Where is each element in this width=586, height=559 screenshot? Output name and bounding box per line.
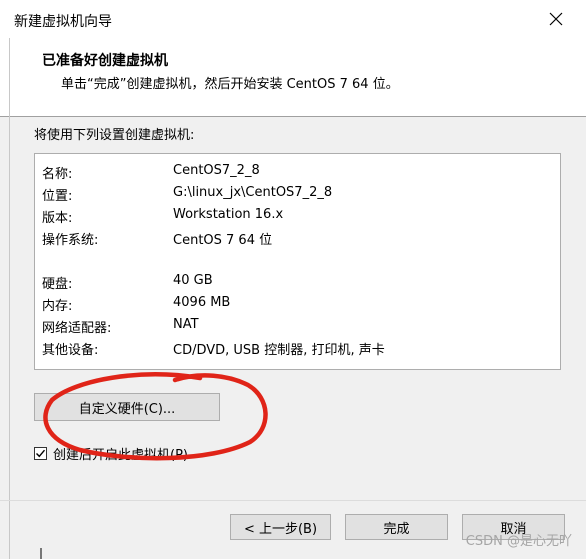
- setting-row-disk: 硬盘: 40 GB: [42, 273, 213, 293]
- setting-row-name: 名称: CentOS7_2_8: [42, 163, 260, 183]
- customize-hardware-button[interactable]: 自定义硬件(C)...: [34, 393, 220, 421]
- power-on-label: 创建后开启此虚拟机(P): [53, 448, 188, 463]
- title-bar: 新建虚拟机向导: [0, 0, 586, 38]
- setting-row-memory: 内存: 4096 MB: [42, 295, 230, 315]
- header-divider: [0, 116, 586, 117]
- header-description: 单击“完成”创建虚拟机，然后开始安装 CentOS 7 64 位。: [61, 77, 399, 92]
- setting-label: 其他设备:: [42, 343, 99, 358]
- setting-row-version: 版本: Workstation 16.x: [42, 207, 283, 227]
- csdn-watermark: CSDN @是心无吖: [465, 534, 572, 549]
- setting-label: 网络适配器:: [42, 321, 112, 336]
- checkmark-icon: [36, 449, 46, 458]
- setting-label: 内存:: [42, 299, 73, 314]
- setting-label: 操作系统:: [42, 233, 99, 248]
- close-button[interactable]: [534, 4, 578, 34]
- power-on-after-create-option[interactable]: 创建后开启此虚拟机(P): [34, 444, 188, 463]
- window-title: 新建虚拟机向导: [14, 14, 112, 30]
- setting-label: 版本:: [42, 211, 73, 226]
- wizard-header: 已准备好创建虚拟机 单击“完成”创建虚拟机，然后开始安装 CentOS 7 64…: [0, 38, 586, 116]
- setting-value: 40 GB: [173, 273, 213, 288]
- new-vm-wizard-window: 新建虚拟机向导 已准备好创建虚拟机 单击“完成”创建虚拟机，然后开始安装 Cen…: [0, 0, 586, 559]
- close-icon: [549, 12, 563, 26]
- setting-value: CentOS 7 64 位: [173, 233, 273, 248]
- setting-row-network: 网络适配器: NAT: [42, 317, 199, 337]
- setting-value: Workstation 16.x: [173, 207, 284, 222]
- setting-label: 位置:: [42, 189, 73, 204]
- setting-value: CD/DVD, USB 控制器, 打印机, 声卡: [173, 343, 385, 358]
- settings-intro-label: 将使用下列设置创建虚拟机:: [34, 128, 195, 143]
- setting-label: 名称:: [42, 167, 73, 182]
- setting-value: G:\linux_jx\CentOS7_2_8: [173, 185, 333, 200]
- setting-value: NAT: [173, 317, 199, 332]
- setting-label: 硬盘:: [42, 277, 73, 292]
- setting-value: CentOS7_2_8: [173, 163, 260, 178]
- power-on-checkbox[interactable]: [34, 447, 47, 460]
- header-title: 已准备好创建虚拟机: [42, 53, 168, 69]
- setting-row-other-devices: 其他设备: CD/DVD, USB 控制器, 打印机, 声卡: [42, 339, 385, 359]
- setting-row-location: 位置: G:\linux_jx\CentOS7_2_8: [42, 185, 332, 205]
- setting-row-os: 操作系统: CentOS 7 64 位: [42, 229, 272, 249]
- back-button[interactable]: < 上一步(B): [230, 514, 331, 540]
- footer-divider: [0, 500, 586, 501]
- finish-button[interactable]: 完成: [345, 514, 448, 540]
- setting-value: 4096 MB: [173, 295, 231, 310]
- window-left-edge: [9, 38, 10, 559]
- settings-summary-panel: 名称: CentOS7_2_8 位置: G:\linux_jx\CentOS7_…: [34, 153, 561, 370]
- background-window-edge: [40, 548, 42, 559]
